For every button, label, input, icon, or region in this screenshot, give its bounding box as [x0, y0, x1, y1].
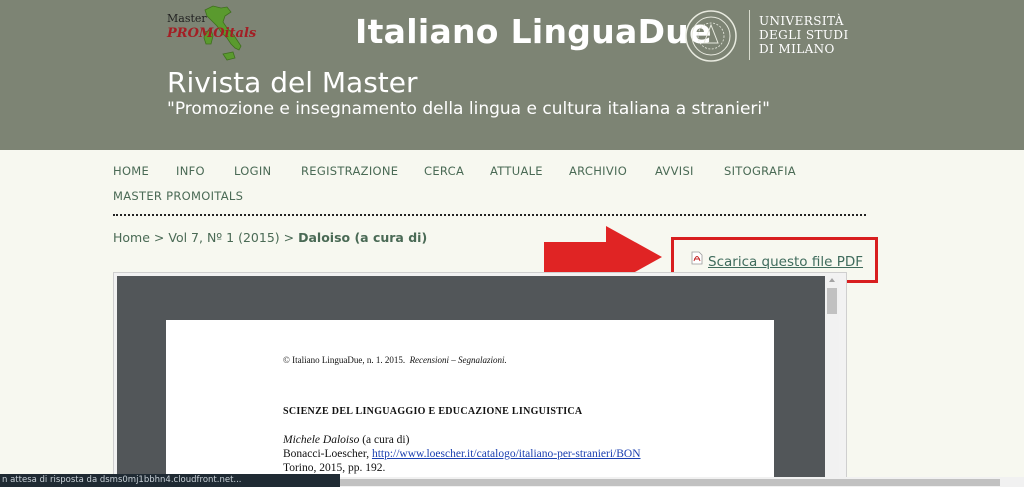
nav-item-home[interactable]: HOME — [113, 164, 149, 178]
document-publisher-line: Bonacci-Loescher, http://www.loescher.it… — [283, 448, 641, 460]
download-pdf-link[interactable]: Scarica questo file PDF — [708, 254, 863, 270]
nav-item-attuale[interactable]: ATTUALE — [490, 164, 543, 178]
document-header-section: Recensioni – Segnalazioni. — [409, 355, 507, 365]
pdf-viewer-scroll-thumb[interactable] — [827, 288, 837, 314]
breadcrumb-separator: > — [153, 230, 165, 245]
nav-item-login[interactable]: LOGIN — [234, 164, 271, 178]
document-header-text: © Italiano LinguaDue, n. 1. 2015. — [283, 355, 406, 365]
document-section-title: SCIENZE DEL LINGUAGGIO E EDUCAZIONE LING… — [283, 406, 583, 417]
site-header: Master PROMOitals Italiano LinguaDue UNI… — [0, 0, 1024, 150]
document-author-suffix: (a cura di) — [359, 434, 410, 446]
nav-item-cerca[interactable]: CERCA — [424, 164, 464, 178]
journal-title: Rivista del Master — [167, 66, 418, 99]
document-catalog-link[interactable]: http://www.loescher.it/catalogo/italiano… — [372, 448, 641, 460]
university-name: UNIVERSITÀ DEGLI STUDI DI MILANO — [759, 14, 849, 56]
document-header: © Italiano LinguaDue, n. 1. 2015. Recens… — [283, 355, 507, 365]
site-title: Italiano LinguaDue — [355, 12, 712, 51]
logo-master-text: Master — [167, 12, 207, 25]
breadcrumb-separator: > — [283, 230, 295, 245]
breadcrumb-current: Daloiso (a cura di) — [298, 230, 428, 245]
logo-promoitals-text: PROMOitals — [167, 26, 257, 41]
pdf-page — [166, 320, 774, 487]
nav-divider — [113, 214, 866, 216]
nav-item-archivio[interactable]: ARCHIVIO — [569, 164, 627, 178]
document-author: Michele Daloiso — [283, 434, 360, 446]
university-line-3: DI MILANO — [759, 42, 835, 56]
university-divider — [749, 10, 750, 60]
university-seal-icon — [685, 10, 737, 62]
breadcrumb-home[interactable]: Home — [113, 230, 150, 245]
nav-item-master-promoitals[interactable]: MASTER PROMOITALS — [113, 189, 243, 203]
page-horizontal-scroll-thumb[interactable] — [340, 479, 1000, 486]
journal-subtitle: "Promozione e insegnamento della lingua … — [167, 99, 770, 119]
pdf-file-icon — [691, 251, 703, 265]
browser-status-bar: n attesa di risposta da dsms0mj1bbhn4.cl… — [0, 474, 340, 487]
nav-item-registrazione[interactable]: REGISTRAZIONE — [301, 164, 398, 178]
nav-item-avvisi[interactable]: AVVISI — [655, 164, 694, 178]
university-line-1: UNIVERSITÀ — [759, 14, 844, 28]
document-publisher: Bonacci-Loescher, — [283, 448, 372, 460]
document-author-line: Michele Daloiso (a cura di) — [283, 434, 409, 446]
scroll-up-arrow-icon[interactable] — [829, 278, 835, 282]
master-promoitals-logo[interactable]: Master PROMOitals — [165, 4, 270, 74]
university-line-2: DEGLI STUDI — [759, 28, 849, 42]
nav-item-info[interactable]: INFO — [176, 164, 205, 178]
breadcrumb-issue[interactable]: Vol 7, Nº 1 (2015) — [168, 230, 279, 245]
document-place-line: Torino, 2015, pp. 192. — [283, 462, 386, 474]
breadcrumb: Home > Vol 7, Nº 1 (2015) > Daloiso (a c… — [113, 230, 427, 245]
nav-item-sitografia[interactable]: SITOGRAFIA — [724, 164, 796, 178]
